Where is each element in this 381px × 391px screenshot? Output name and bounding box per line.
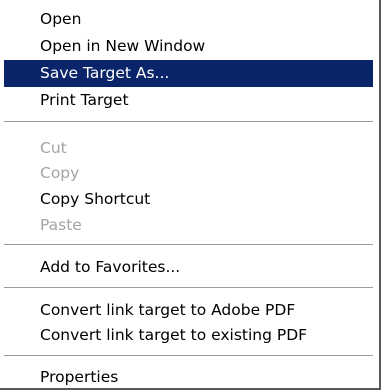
menu-item-open-in-new-window[interactable]: Open in New Window xyxy=(4,33,373,60)
menu-item-convert-to-adobe-pdf[interactable]: Convert link target to Adobe PDF xyxy=(4,297,373,324)
menu-item-convert-to-existing-pdf[interactable]: Convert link target to existing PDF xyxy=(4,322,373,349)
menu-item-paste: Paste xyxy=(40,216,82,234)
menu-item-print-target[interactable]: Print Target xyxy=(4,87,373,114)
menu-separator xyxy=(4,121,373,123)
menu-item-add-to-favorites[interactable]: Add to Favorites... xyxy=(4,254,373,281)
menu-separator xyxy=(4,287,373,289)
menu-separator xyxy=(4,244,373,246)
context-menu: Open Open in New Window Save Target As..… xyxy=(0,0,381,390)
menu-separator xyxy=(4,355,373,357)
menu-item-copy-shortcut[interactable]: Copy Shortcut xyxy=(4,186,373,213)
menu-item-open[interactable]: Open xyxy=(4,6,373,33)
menu-item-save-target-as[interactable]: Save Target As... xyxy=(4,60,373,87)
menu-item-cut: Cut xyxy=(40,139,67,157)
menu-item-copy: Copy xyxy=(40,164,80,182)
menu-item-properties[interactable]: Properties xyxy=(4,364,373,391)
